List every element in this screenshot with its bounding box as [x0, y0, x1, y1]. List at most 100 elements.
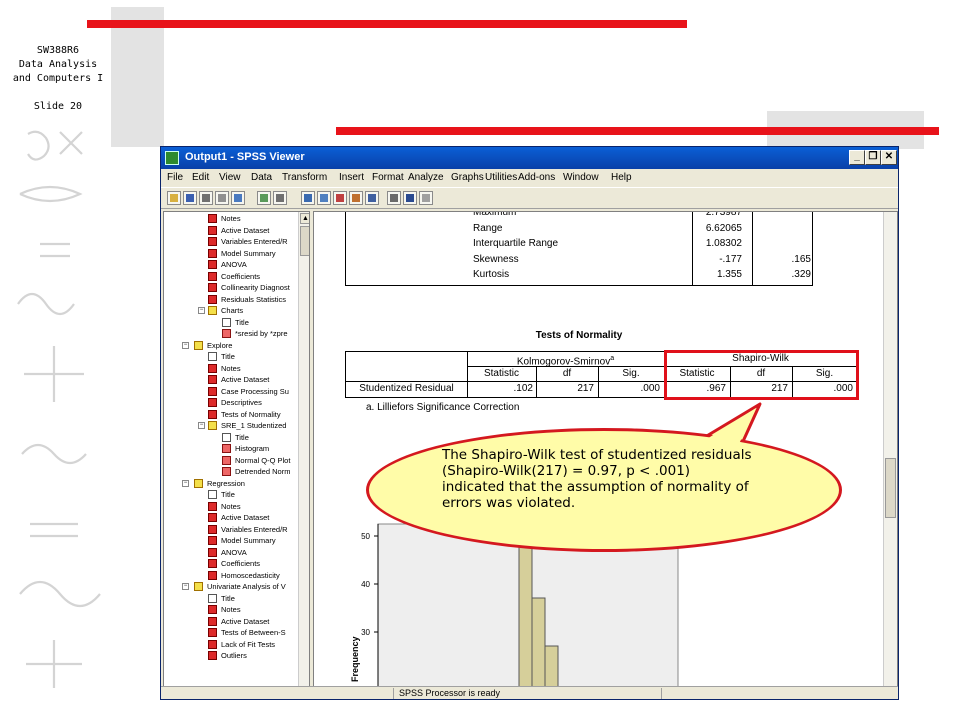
scroll-thumb[interactable] [885, 458, 896, 518]
designate-window-icon[interactable] [403, 191, 417, 205]
menu-window[interactable]: Window [563, 172, 599, 183]
collapse-toggle-icon[interactable]: − [198, 422, 205, 429]
menu-utilities[interactable]: Utilities [485, 172, 517, 183]
collapse-toggle-icon[interactable]: − [198, 307, 205, 314]
chart-icon [222, 467, 231, 476]
menu-data[interactable]: Data [251, 172, 272, 183]
descriptives-cell-statistic: 1.08302 [705, 238, 742, 249]
callout-text: The Shapiro-Wilk test of studentized res… [442, 447, 752, 511]
title-icon [208, 490, 217, 499]
outline-item-label: ANOVA [221, 547, 247, 557]
output-log-icon [208, 386, 217, 396]
descriptives-cell-statistic: 1.355 [716, 269, 742, 280]
outline-item-label: Case Processing Su [221, 386, 289, 396]
variables-icon[interactable] [333, 191, 347, 205]
collapse-toggle-icon[interactable]: − [182, 341, 189, 349]
output-log-icon [208, 651, 217, 660]
goto-case-icon-glyph [320, 194, 328, 202]
show-all-icon[interactable] [387, 191, 401, 205]
output-log-icon [208, 237, 217, 246]
insert-icon-glyph [422, 194, 430, 202]
outline-item-label: Variables Entered/R [221, 524, 288, 534]
menu-view[interactable]: View [219, 172, 241, 183]
outline-item-label: Active Dataset [221, 225, 270, 235]
menu-edit[interactable]: Edit [192, 172, 209, 183]
menu-addons[interactable]: Add-ons [518, 172, 555, 183]
chart-builder-icon[interactable] [349, 191, 363, 205]
close-button[interactable]: ✕ [881, 150, 897, 165]
outline-item-label: Univariate Analysis of V [207, 582, 286, 591]
print-preview-icon-glyph [218, 194, 226, 202]
descriptives-cell-label: Kurtosis [473, 269, 510, 280]
undo-icon[interactable] [273, 191, 287, 205]
table-footnote: a. Lilliefors Significance Correction [366, 402, 520, 413]
output-log-icon [208, 271, 217, 281]
descriptives-row: Kurtosis 1.355 .329 [346, 268, 814, 283]
output-scrollbar[interactable] [883, 212, 897, 686]
descriptives-cell-label: Maximum [473, 211, 517, 218]
output-log-icon [208, 524, 217, 534]
menu-transform[interactable]: Transform [282, 172, 327, 183]
output-log-icon [208, 536, 217, 545]
open-icon[interactable] [167, 191, 181, 205]
outline-pane[interactable]: ▲ Notes Active Dataset Variables Entered/R… [163, 211, 310, 687]
outline-item-label: Normal Q-Q Plot [235, 455, 291, 465]
output-log-icon [208, 409, 217, 419]
scroll-up-icon[interactable]: ▲ [300, 213, 309, 224]
title-icon [208, 352, 217, 361]
goto-data-icon[interactable] [301, 191, 315, 205]
menu-file[interactable]: File [167, 172, 183, 183]
menu-format[interactable]: Format [372, 172, 404, 183]
outline-item-label: ANOVA [221, 260, 247, 269]
slide-number: Slide 20 [33, 101, 83, 112]
print-icon[interactable] [199, 191, 213, 205]
outline-item-label: Model Summary [221, 248, 276, 258]
descriptives-cell-label: Range [473, 222, 503, 234]
collapse-toggle-icon[interactable]: − [182, 583, 189, 590]
recall-dialog-icon[interactable] [257, 191, 271, 205]
menu-analyze[interactable]: Analyze [408, 172, 444, 183]
outline-scrollbar[interactable]: ▲ [298, 212, 309, 686]
title-icon [208, 593, 217, 603]
outline-item-label: Title [221, 352, 235, 361]
window-title: Output1 - SPSS Viewer [185, 151, 305, 163]
outline-item-label: Detrended Norm [235, 467, 291, 476]
course-name-line-2: and Computers I [12, 73, 104, 84]
descriptives-row: Interquartile Range 1.08302 [346, 237, 814, 252]
menu-insert[interactable]: Insert [339, 172, 364, 183]
collapse-toggle-icon[interactable]: − [182, 479, 189, 487]
output-log-icon [208, 616, 217, 626]
scroll-thumb[interactable] [300, 226, 309, 256]
open-icon-glyph [170, 194, 178, 202]
descriptives-cell-statistic: 2.73987 [705, 211, 742, 218]
restore-button[interactable]: ❐ [865, 150, 881, 165]
course-code: SW388R6 [36, 45, 80, 56]
menu-help[interactable]: Help [611, 172, 632, 183]
chart-icon [222, 444, 231, 453]
outline-item-label: *sresid by *zpre [235, 329, 288, 338]
title-icon [222, 317, 231, 327]
outline-item-label: Active Dataset [221, 616, 270, 626]
export-icon[interactable] [231, 191, 245, 205]
slide: SW388R6 Data Analysis and Computers I Sl… [0, 0, 960, 720]
output-log-icon [208, 570, 217, 580]
minimize-button[interactable]: _ [849, 150, 865, 165]
outline-item-label: Charts [221, 306, 244, 315]
print-icon-glyph [202, 194, 210, 202]
print-preview-icon[interactable] [215, 191, 229, 205]
outline-item-label: Notes [221, 363, 241, 373]
output-log-icon [208, 547, 217, 557]
select-cases-icon[interactable] [365, 191, 379, 205]
chart-icon [222, 329, 231, 338]
menu-graphs[interactable]: Graphs [451, 172, 484, 183]
save-icon[interactable] [183, 191, 197, 205]
status-bar: SPSS Processor is ready [161, 686, 898, 699]
undo-icon-glyph [276, 194, 284, 202]
goto-case-icon[interactable] [317, 191, 331, 205]
outline-item-label: Tests of Between-S [221, 628, 286, 637]
insert-icon[interactable] [419, 191, 433, 205]
descriptives-cell-label: Skewness [473, 253, 519, 265]
title-bar[interactable]: Output1 - SPSS Viewer _ ❐ ✕ [161, 147, 898, 169]
outline-item-label: Collinearity Diagnost [221, 283, 290, 292]
outline-item-label: Coefficients [221, 271, 261, 281]
